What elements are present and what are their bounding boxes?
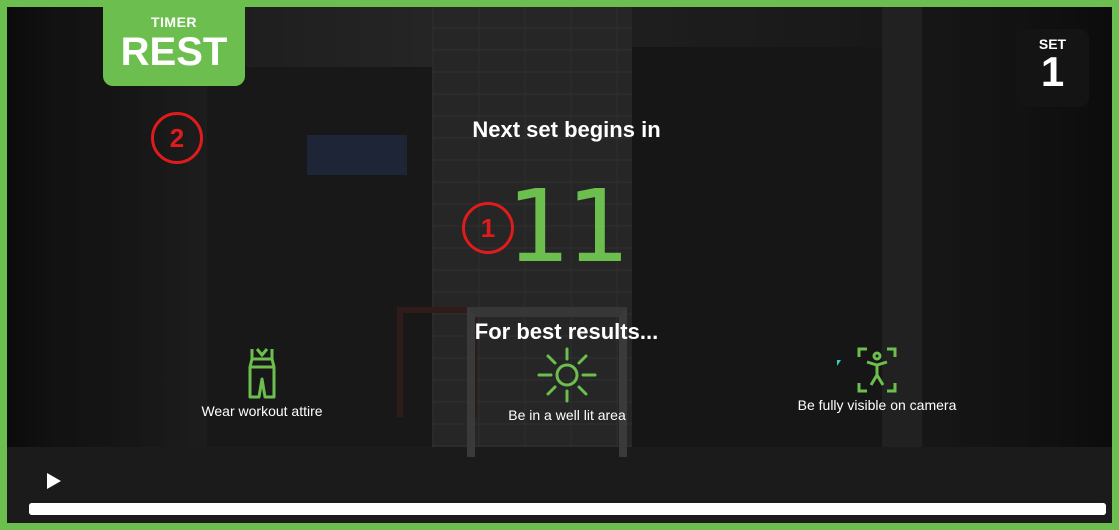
set-number: 1	[1040, 48, 1065, 95]
progress-bar[interactable]	[29, 503, 1106, 515]
play-button[interactable]	[47, 473, 61, 489]
video-frame: TIMER REST SET 1 2 1 Next set begins in …	[0, 0, 1119, 530]
progress-fill	[29, 503, 1106, 515]
timer-status: REST	[120, 30, 228, 74]
tip-label: Be fully visible on camera	[797, 397, 957, 413]
next-set-heading: Next set begins in	[472, 117, 661, 142]
full-body-camera-icon	[857, 347, 897, 393]
mouse-cursor	[837, 360, 841, 366]
timer-label: TIMER	[150, 14, 198, 30]
tip-workout-attire: Wear workout attire	[187, 347, 337, 419]
tip-fully-visible: Be fully visible on camera	[782, 347, 972, 413]
timer-badge: TIMER REST	[103, 7, 245, 86]
tip-well-lit: Be in a well lit area	[492, 347, 642, 423]
set-badge: SET 1	[1016, 29, 1089, 107]
countdown-value: 11	[506, 168, 630, 285]
tip-label: Be in a well lit area	[508, 407, 626, 423]
sun-icon	[537, 347, 597, 403]
best-results-heading: For best results...	[474, 319, 659, 344]
workout-attire-icon	[248, 348, 276, 399]
tip-label: Wear workout attire	[201, 403, 323, 419]
